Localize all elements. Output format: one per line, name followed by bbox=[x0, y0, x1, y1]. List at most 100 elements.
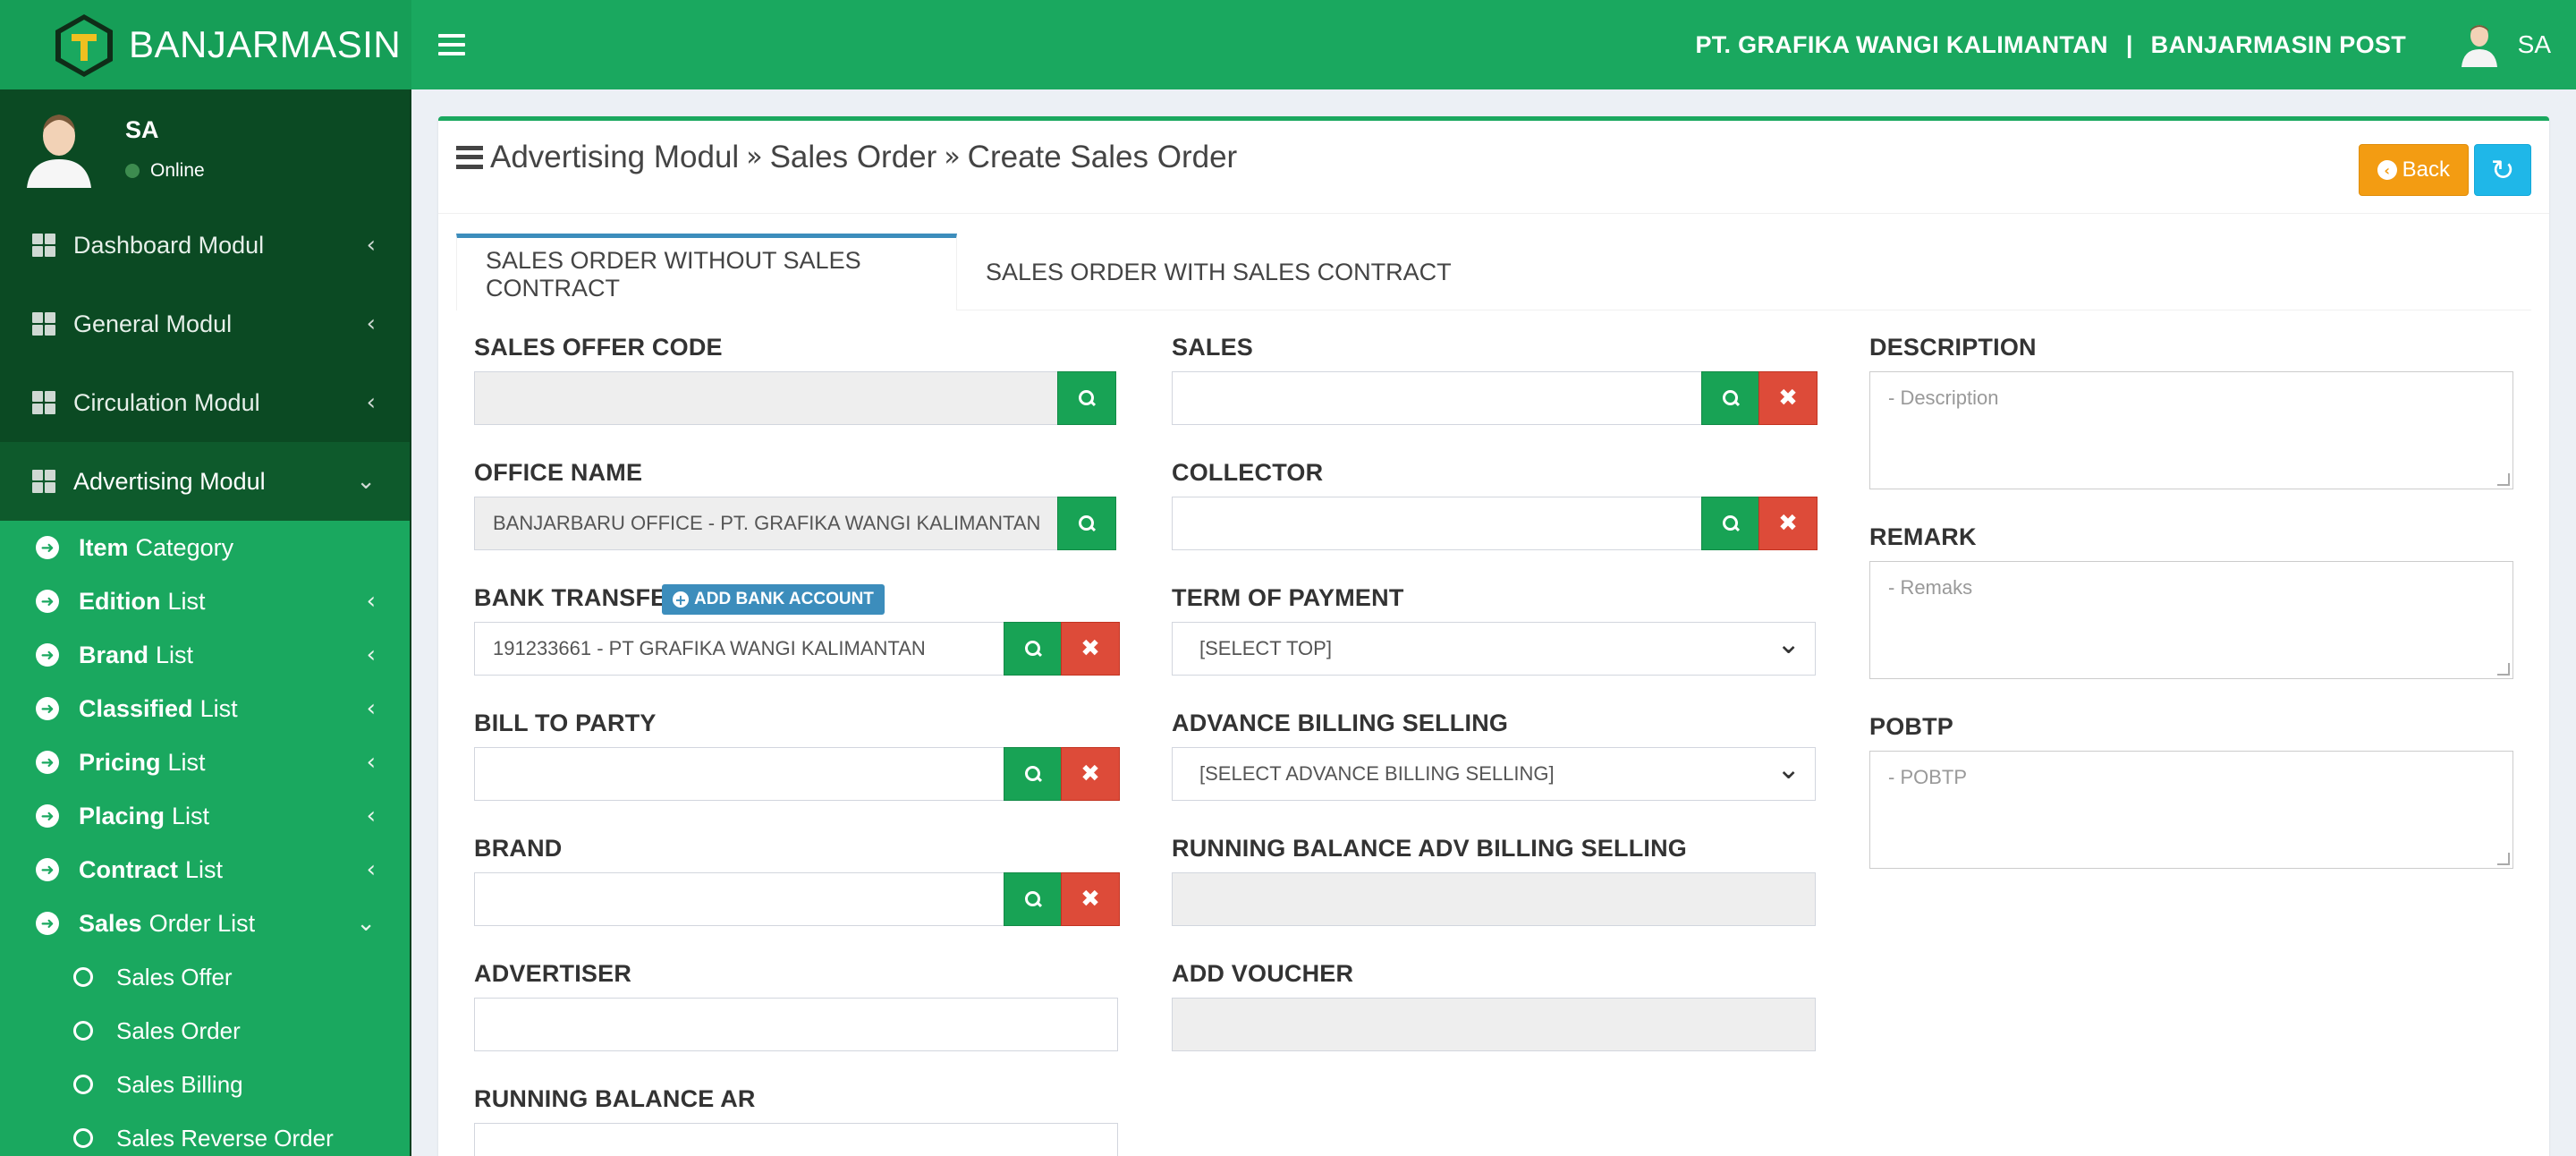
search-icon bbox=[1025, 891, 1041, 907]
times-icon: ✖ bbox=[1778, 385, 1798, 412]
running-balance-ar-input[interactable] bbox=[474, 1123, 1118, 1156]
arrow-circle-right-icon: ➜ bbox=[36, 536, 59, 559]
office-name-input[interactable]: BANJARBARU OFFICE - PT. GRAFIKA WANGI KA… bbox=[474, 497, 1059, 550]
tab-with-contract[interactable]: SALES ORDER WITH SALES CONTRACT bbox=[957, 234, 1480, 310]
sidebar-item-sales-billing[interactable]: Sales Billing bbox=[0, 1058, 410, 1111]
advance-billing-selling-select[interactable]: [SELECT ADVANCE BILLING SELLING] bbox=[1172, 747, 1816, 801]
tab-bar: SALES ORDER WITHOUT SALES CONTRACT SALES… bbox=[456, 234, 2531, 310]
circle-o-icon bbox=[73, 1075, 93, 1094]
times-icon: ✖ bbox=[1080, 635, 1100, 662]
running-balance-adv-input[interactable] bbox=[1172, 872, 1816, 926]
sidebar: SA Online Dashboard Modul ‹ General Modu… bbox=[0, 89, 411, 1156]
clear-collector-button[interactable]: ✖ bbox=[1758, 497, 1818, 550]
sub-label-bold: Edition bbox=[79, 587, 161, 615]
add-bank-account-label: ADD BANK ACCOUNT bbox=[694, 590, 874, 608]
search-collector-button[interactable] bbox=[1701, 497, 1760, 550]
sub-label-bold: Placing bbox=[79, 802, 165, 829]
chevron-left-icon: ‹ bbox=[366, 695, 376, 722]
company-separator: | bbox=[2125, 30, 2133, 58]
sidebar-item-sales-order-list[interactable]: ➜ Sales Order List ⌄ bbox=[0, 897, 410, 950]
sidebar-item-contract-list[interactable]: ➜ Contract List ‹ bbox=[0, 843, 410, 897]
description-label: DESCRIPTION bbox=[1869, 334, 2037, 361]
arrow-circle-right-icon: ➜ bbox=[36, 858, 59, 881]
chevron-left-icon: ‹ bbox=[366, 232, 376, 259]
page-title: Advertising Modul » Sales Order » Create… bbox=[456, 140, 1237, 175]
search-bank-button[interactable] bbox=[1004, 622, 1063, 676]
sub-label-bold: Contract bbox=[79, 855, 179, 883]
sidebar-item-sales-offer[interactable]: Sales Offer bbox=[0, 950, 410, 1004]
term-of-payment-select[interactable]: [SELECT TOP] bbox=[1172, 622, 1816, 676]
sales-offer-code-input[interactable] bbox=[474, 371, 1059, 425]
search-icon bbox=[1079, 390, 1095, 406]
user-status: Online bbox=[125, 160, 205, 182]
menu-dashboard-modul[interactable]: Dashboard Modul ‹ bbox=[0, 206, 410, 285]
circle-o-icon bbox=[73, 1128, 93, 1148]
search-sales-offer-button[interactable] bbox=[1057, 371, 1116, 425]
circle-o-icon bbox=[73, 1021, 93, 1041]
sidebar-item-sales-reverse-order[interactable]: Sales Reverse Order bbox=[0, 1111, 410, 1156]
subsub-label: Sales Billing bbox=[116, 1070, 243, 1098]
search-icon bbox=[1025, 766, 1041, 782]
office-name-label: OFFICE NAME bbox=[474, 459, 643, 486]
pobtp-textarea[interactable]: - POBTP bbox=[1869, 751, 2513, 869]
description-textarea[interactable]: - Description bbox=[1869, 371, 2513, 489]
add-voucher-input[interactable] bbox=[1172, 998, 1816, 1051]
remark-label: REMARK bbox=[1869, 523, 1977, 550]
menu-label: Dashboard Modul bbox=[73, 231, 265, 259]
refresh-button[interactable]: ↻ bbox=[2474, 144, 2531, 196]
subsub-label: Sales Reverse Order bbox=[116, 1124, 334, 1152]
sidebar-item-brand-list[interactable]: ➜ Brand List ‹ bbox=[0, 628, 410, 682]
times-icon: ✖ bbox=[1778, 510, 1798, 537]
brand-input[interactable] bbox=[474, 872, 1005, 926]
bill-to-party-input[interactable] bbox=[474, 747, 1005, 801]
menu-advertising-modul[interactable]: Advertising Modul ⌄ bbox=[0, 442, 410, 521]
sub-label-rest: List bbox=[156, 641, 194, 668]
menu-general-modul[interactable]: General Modul ‹ bbox=[0, 285, 410, 363]
add-bank-account-button[interactable]: + ADD BANK ACCOUNT bbox=[662, 584, 885, 615]
search-brand-button[interactable] bbox=[1004, 872, 1063, 926]
arrow-circle-right-icon: ➜ bbox=[36, 590, 59, 613]
collector-input[interactable] bbox=[1172, 497, 1703, 550]
breadcrumb-separator: » bbox=[746, 141, 763, 173]
search-bill-to-party-button[interactable] bbox=[1004, 747, 1063, 801]
sidebar-item-placing-list[interactable]: ➜ Placing List ‹ bbox=[0, 789, 410, 843]
company-name: PT. GRAFIKA WANGI KALIMANTAN bbox=[1695, 30, 2108, 58]
dashboard-icon bbox=[32, 391, 55, 414]
chevron-left-icon: ‹ bbox=[366, 310, 376, 337]
advertising-submenu: ➜ Item Category ➜ Edition List ‹ ➜ Brand Li… bbox=[0, 521, 410, 1156]
sidebar-item-classified-list[interactable]: ➜ Classified List ‹ bbox=[0, 682, 410, 735]
chevron-left-icon: ‹ bbox=[366, 749, 376, 776]
clear-sales-button[interactable]: ✖ bbox=[1758, 371, 1818, 425]
remark-textarea[interactable]: - Remaks bbox=[1869, 561, 2513, 679]
sales-input[interactable] bbox=[1172, 371, 1703, 425]
sub-label-bold: Sales bbox=[79, 909, 142, 937]
search-sales-button[interactable] bbox=[1701, 371, 1760, 425]
menu-circulation-modul[interactable]: Circulation Modul ‹ bbox=[0, 363, 410, 442]
sidebar-user-name: SA bbox=[125, 116, 159, 143]
hamburger-icon[interactable] bbox=[438, 34, 465, 55]
top-navbar: PT. GRAFIKA WANGI KALIMANTAN | BANJARMAS… bbox=[411, 0, 2576, 89]
user-menu[interactable]: SA bbox=[2459, 0, 2551, 89]
sidebar-item-item-category[interactable]: ➜ Item Category bbox=[0, 521, 410, 574]
sub-label-rest: List bbox=[185, 855, 224, 883]
menu-label: Circulation Modul bbox=[73, 388, 260, 416]
sidebar-item-edition-list[interactable]: ➜ Edition List ‹ bbox=[0, 574, 410, 628]
logo-box[interactable]: BANJARMASIN bbox=[0, 0, 411, 89]
subsub-label: Sales Offer bbox=[116, 963, 233, 990]
times-icon: ✖ bbox=[1080, 761, 1100, 787]
menu-label: Advertising Modul bbox=[73, 467, 266, 495]
back-button[interactable]: ‹ Back bbox=[2358, 144, 2469, 196]
sidebar-item-sales-order[interactable]: Sales Order bbox=[0, 1004, 410, 1058]
times-icon: ✖ bbox=[1080, 886, 1100, 913]
sidebar-item-pricing-list[interactable]: ➜ Pricing List ‹ bbox=[0, 735, 410, 789]
search-office-button[interactable] bbox=[1057, 497, 1116, 550]
bank-transfer-input[interactable]: 191233661 - PT GRAFIKA WANGI KALIMANTAN bbox=[474, 622, 1005, 676]
tab-without-contract[interactable]: SALES ORDER WITHOUT SALES CONTRACT bbox=[456, 234, 957, 310]
advertiser-input[interactable] bbox=[474, 998, 1118, 1051]
clear-brand-button[interactable]: ✖ bbox=[1061, 872, 1120, 926]
subsub-label: Sales Order bbox=[116, 1016, 241, 1044]
clear-bank-button[interactable]: ✖ bbox=[1061, 622, 1120, 676]
arrow-circle-right-icon: ➜ bbox=[36, 804, 59, 828]
clear-bill-to-party-button[interactable]: ✖ bbox=[1061, 747, 1120, 801]
search-icon bbox=[1723, 515, 1739, 531]
